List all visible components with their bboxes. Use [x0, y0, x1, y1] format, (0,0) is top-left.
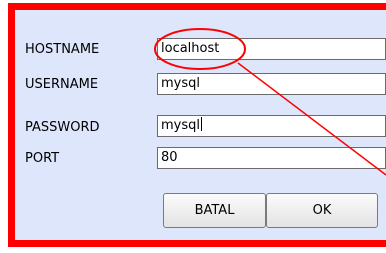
hostname-field[interactable]: localhost	[157, 38, 386, 60]
username-field[interactable]: mysql	[157, 73, 386, 95]
password-value: mysql	[161, 118, 200, 133]
port-value: 80	[161, 150, 178, 165]
username-value: mysql	[161, 76, 200, 91]
port-label: PORT	[25, 151, 60, 166]
hostname-label: HOSTNAME	[25, 42, 100, 57]
text-caret	[201, 117, 202, 131]
ok-button[interactable]: OK	[266, 193, 378, 228]
hostname-value: localhost	[161, 41, 220, 56]
username-label: USERNAME	[25, 77, 99, 92]
password-field[interactable]: mysql	[157, 115, 386, 137]
password-label: PASSWORD	[25, 120, 100, 135]
cancel-button[interactable]: BATAL	[163, 193, 266, 228]
port-field[interactable]: 80	[157, 147, 386, 169]
